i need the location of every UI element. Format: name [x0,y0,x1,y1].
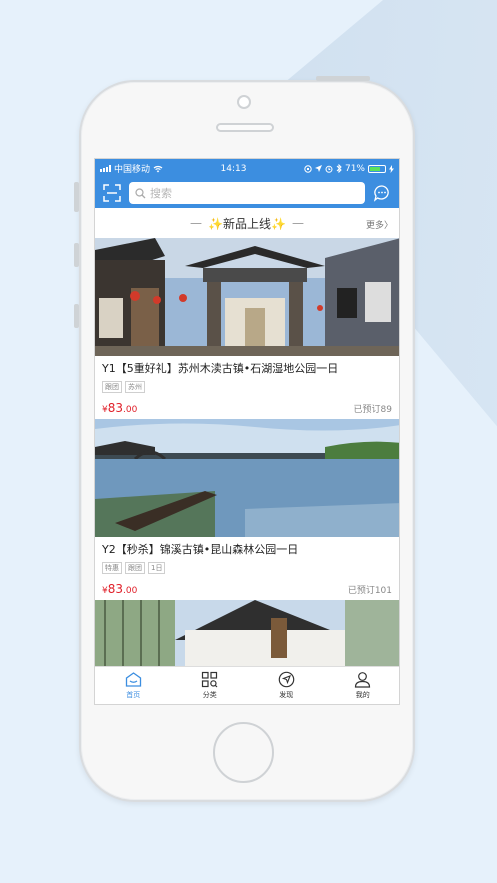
price-integer: 83 [107,582,124,596]
product-tag: 苏州 [125,381,145,393]
product-info: Y2【秒杀】锦溪古镇•昆山森林公园一日 特惠 跟团 1日 ¥83.00 已预订1… [95,537,399,600]
tab-label: 发现 [279,691,294,699]
volume-down-button [74,304,79,328]
product-tag: 特惠 [102,562,122,574]
more-label: 更多 [365,221,384,231]
alarm-icon [325,165,333,173]
section-dash-left: — [190,216,203,230]
status-bar: 中国移动 14:13 71% [95,159,399,178]
tab-category[interactable]: 分类 [172,667,249,704]
volume-up-button [74,243,79,267]
search-icon [135,187,146,198]
product-tag: 跟团 [125,562,145,574]
price-decimal: .00 [123,586,138,596]
product-tags: 跟团 苏州 [102,381,392,393]
user-icon [355,672,371,688]
top-bar: 搜索 [95,178,399,208]
home-button[interactable] [213,722,274,783]
battery-percent: 71% [344,163,365,174]
price-row: ¥83.00 已预订101 [102,580,392,596]
tab-profile[interactable]: 我的 [325,667,400,704]
tab-label: 首页 [126,691,141,699]
scan-icon[interactable] [103,184,121,202]
product-title: Y2【秒杀】锦溪古镇•昆山森林公园一日 [102,543,299,556]
product-tag: 1日 [148,562,166,574]
section-dash-right: — [291,216,304,230]
product-card[interactable]: Y1【5重好礼】苏州木渎古镇•石湖湿地公园一日 跟团 苏州 ¥83.00 已预订… [95,238,399,419]
wifi-icon [153,165,163,172]
tab-home[interactable]: 首页 [95,667,172,704]
booked-count: 已预订89 [353,405,392,415]
product-tag: 跟团 [102,381,122,393]
carrier-label: 中国移动 [114,165,151,175]
search-placeholder: 搜索 [150,187,172,200]
location-icon [314,164,322,172]
booked-count: 已预订101 [347,586,392,596]
product-info: Y1【5重好礼】苏州木渎古镇•石湖湿地公园一日 跟团 苏州 ¥83.00 已预订… [95,356,399,419]
status-time: 14:13 [220,163,247,174]
product-price: ¥83.00 [102,401,137,415]
section-title: ✨新品上线✨ [208,216,286,231]
app-screen: 中国移动 14:13 71% 搜索 — ✨新品上线✨ — 更多〉 Y1【5重好礼… [94,158,400,705]
product-image-ancient-town [95,238,399,356]
tab-label: 我的 [355,691,370,699]
more-link[interactable]: 更多〉 [366,218,393,231]
price-decimal: .00 [123,405,138,415]
bluetooth-icon [336,164,342,173]
chat-icon[interactable] [373,184,391,202]
mute-switch [74,182,79,212]
battery-icon [368,164,386,173]
product-price: ¥83.00 [102,582,137,596]
signal-icon [100,165,111,172]
product-title: Y1【5重好礼】苏州木渎古镇•石湖湿地公园一日 [102,362,339,375]
product-card[interactable]: Y2【秒杀】锦溪古镇•昆山森林公园一日 特惠 跟团 1日 ¥83.00 已预订1… [95,419,399,600]
tab-discover[interactable]: 发现 [248,667,325,704]
search-input[interactable]: 搜索 [129,182,365,204]
section-header: — ✨新品上线✨ — 更多〉 [95,208,399,238]
product-image-lake-bridge [95,419,399,537]
tab-label: 分类 [202,691,217,699]
home-icon [125,672,141,687]
rotation-lock-icon [304,164,312,173]
price-row: ¥83.00 已预订89 [102,399,392,415]
charging-icon [389,164,394,173]
front-camera [237,95,251,109]
product-tags: 特惠 跟团 1日 [102,562,392,574]
grid-search-icon [202,671,218,688]
bottom-tab-bar: 首页 分类 发现 我的 [95,666,400,704]
earpiece-speaker [216,123,274,132]
compass-icon [278,671,295,688]
power-button [316,76,370,81]
price-integer: 83 [107,401,124,415]
